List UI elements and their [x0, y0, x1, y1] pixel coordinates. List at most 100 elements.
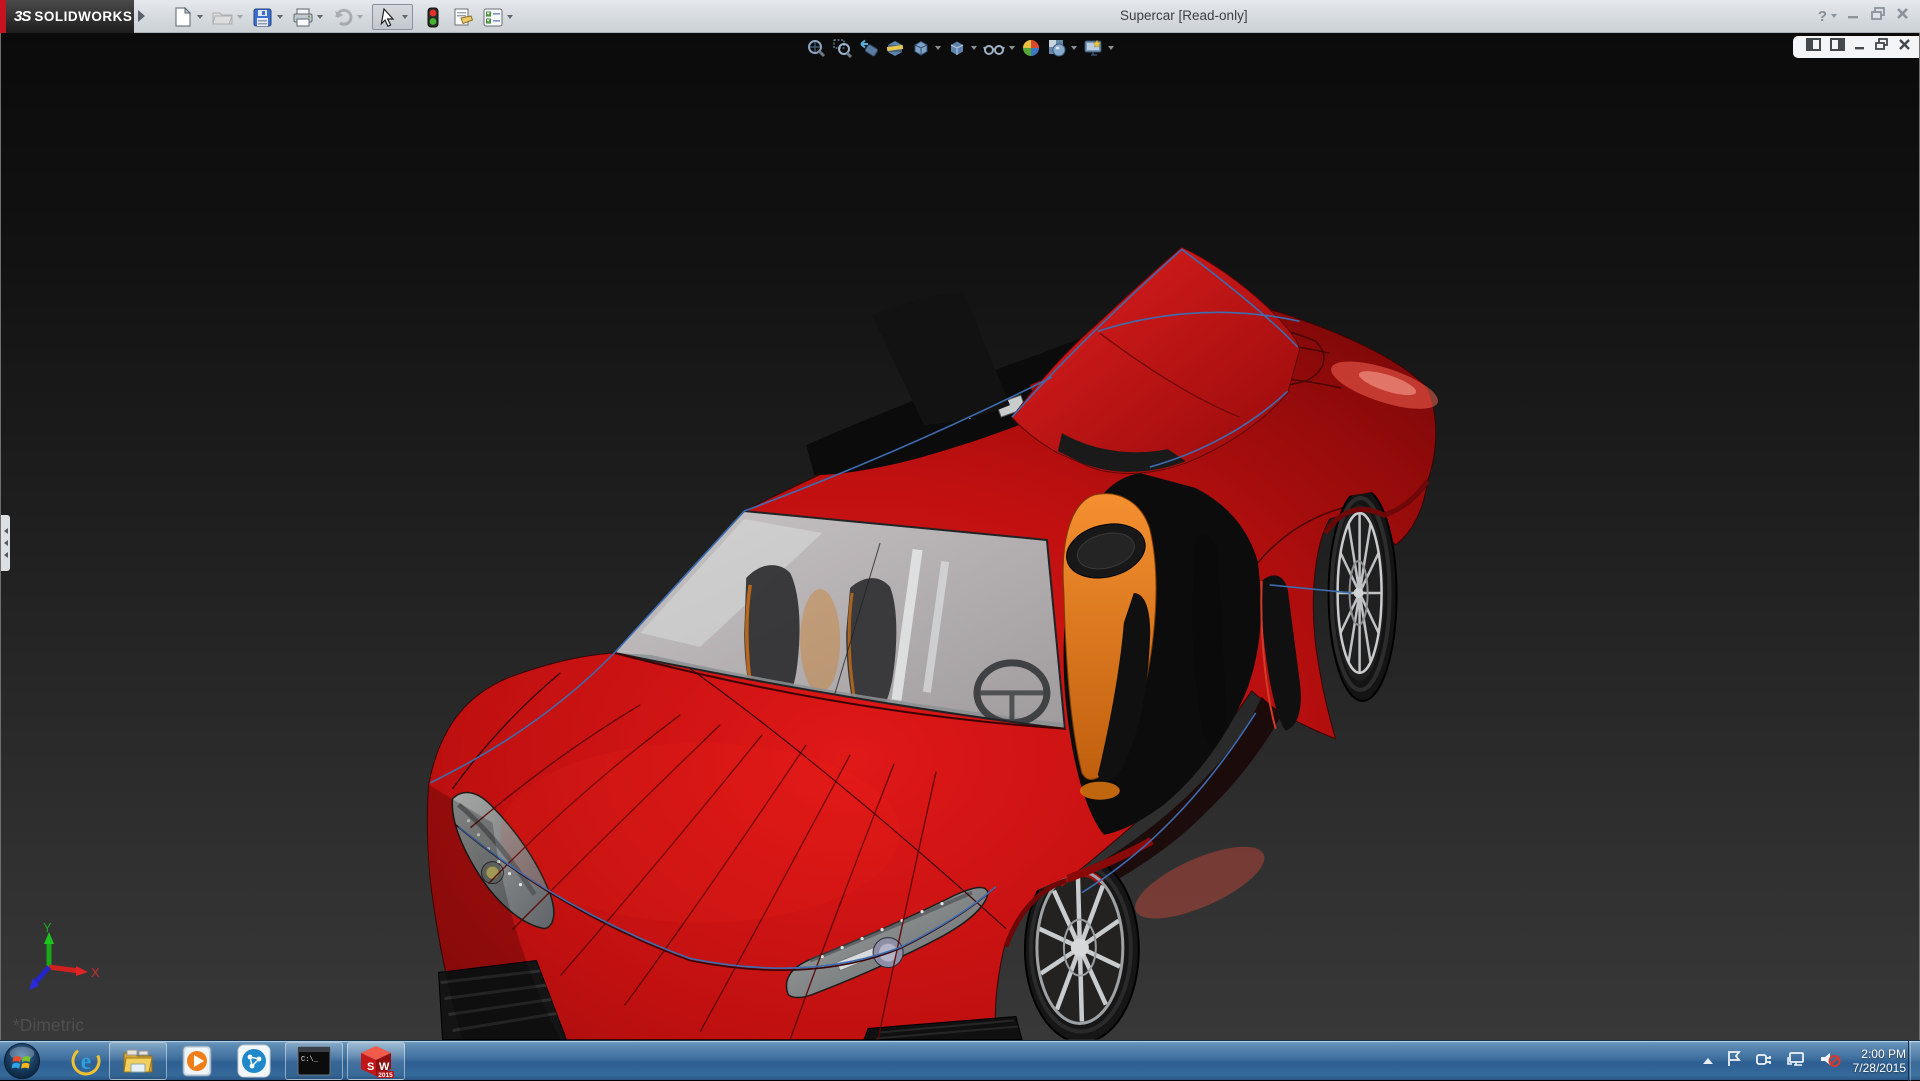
section-view-button[interactable] [885, 38, 905, 58]
dropdown-icon[interactable] [1009, 46, 1015, 50]
doc-minimize-button[interactable] [1854, 38, 1866, 56]
dropdown-icon[interactable] [1831, 14, 1837, 18]
rebuild-button[interactable] [422, 7, 443, 28]
chevron-left-icon [4, 540, 8, 546]
dropdown-icon[interactable] [935, 46, 941, 50]
system-tray: 2:00 PM 7/28/2015 [1703, 1041, 1906, 1081]
svg-text:C:\_: C:\_ [301, 1056, 319, 1064]
zoom-to-fit-button[interactable] [806, 38, 826, 58]
dropdown-icon[interactable] [507, 15, 513, 19]
options-button[interactable] [482, 7, 513, 28]
dropdown-icon[interactable] [237, 15, 243, 19]
dropdown-icon[interactable] [197, 15, 203, 19]
eyeglasses-icon [983, 38, 1005, 58]
command-prompt-button[interactable]: C:\_ [285, 1042, 343, 1080]
zoom-to-area-icon [832, 38, 852, 58]
brand-mark: 3S [14, 8, 30, 25]
view-orientation-icon [911, 38, 931, 58]
internet-explorer-button[interactable]: e [65, 1041, 107, 1081]
dropdown-icon[interactable] [1071, 46, 1077, 50]
previous-view-icon [858, 38, 879, 58]
triad-x-label: X [91, 965, 100, 980]
chevron-left-icon [4, 552, 8, 558]
hide-show-items-button[interactable] [983, 38, 1015, 58]
dropdown-icon[interactable] [277, 15, 283, 19]
scene-sphere-icon [1047, 38, 1067, 58]
traffic-light-icon [422, 7, 443, 28]
undo-button[interactable] [332, 7, 363, 28]
title-bar: 3S SOLIDWORKS [0, 0, 1920, 33]
previous-view-button[interactable] [858, 38, 879, 58]
internet-explorer-icon: e [69, 1044, 103, 1078]
save-floppy-icon [252, 7, 273, 28]
main-toolbar [172, 4, 522, 30]
power-plug-icon[interactable] [1755, 1050, 1775, 1073]
edit-appearance-button[interactable] [1021, 38, 1041, 58]
apply-scene-button[interactable] [1047, 38, 1077, 58]
pane-right-button[interactable] [1830, 38, 1845, 56]
app-restore-button[interactable] [1870, 6, 1886, 26]
media-player-button[interactable] [177, 1041, 219, 1081]
svg-text:S: S [367, 1061, 374, 1073]
taskbar: e C:\_ [0, 1040, 1920, 1080]
new-document-button[interactable] [172, 7, 203, 28]
view-orientation-label: *Dimetric [13, 1015, 84, 1036]
dropdown-icon[interactable] [1108, 46, 1114, 50]
network-icon[interactable] [1787, 1050, 1807, 1073]
show-desktop-button[interactable] [1908, 1041, 1920, 1081]
section-view-icon [885, 38, 905, 58]
app-close-button[interactable] [1895, 6, 1910, 26]
svg-text:e: e [81, 1049, 92, 1075]
chevron-left-icon [4, 528, 8, 534]
brand-name: SOLIDWORKS [34, 9, 132, 24]
undo-arrow-icon [332, 7, 353, 28]
supercar-model[interactable] [1, 33, 1919, 1040]
select-cursor-icon [377, 7, 398, 28]
heads-up-view-toolbar [803, 38, 1117, 58]
dropdown-icon[interactable] [357, 15, 363, 19]
dropdown-icon[interactable] [971, 46, 977, 50]
start-button[interactable] [3, 1042, 41, 1080]
menu-expand-arrow-icon[interactable] [138, 10, 145, 22]
appearance-ball-icon [1021, 38, 1041, 58]
action-center-flag-icon[interactable] [1725, 1050, 1743, 1073]
zoom-to-area-button[interactable] [832, 38, 852, 58]
solidworks-2015-button[interactable]: S W 2015 [347, 1042, 405, 1080]
save-button[interactable] [252, 7, 283, 28]
hidden-icons-chevron-icon[interactable] [1703, 1058, 1713, 1064]
media-player-icon [181, 1044, 215, 1078]
feature-panel-collapse-tab[interactable] [1, 515, 10, 571]
open-document-button[interactable] [212, 7, 243, 28]
select-tool-button[interactable] [372, 4, 413, 30]
volume-muted-icon[interactable] [1819, 1050, 1841, 1073]
windows-explorer-button[interactable] [109, 1042, 167, 1080]
help-button[interactable]: ? [1818, 8, 1837, 25]
triad-y-label: Y [43, 920, 52, 935]
tray-date: 7/28/2015 [1853, 1061, 1906, 1075]
view-settings-icon [1083, 38, 1104, 58]
dropdown-icon[interactable] [317, 15, 323, 19]
view-orientation-button[interactable] [911, 38, 941, 58]
options-checklist-icon [482, 7, 503, 28]
app-minimize-button[interactable] [1846, 6, 1861, 26]
view-settings-button[interactable] [1083, 38, 1114, 58]
doc-close-button[interactable] [1898, 38, 1911, 56]
doc-restore-button[interactable] [1875, 38, 1889, 56]
tray-clock[interactable]: 2:00 PM 7/28/2015 [1853, 1047, 1906, 1075]
blue-molecule-app-icon [237, 1044, 271, 1078]
file-properties-button[interactable] [452, 7, 473, 28]
display-style-icon [947, 38, 967, 58]
orientation-triad: Y X [25, 920, 105, 1010]
print-button[interactable] [292, 7, 323, 28]
pane-left-button[interactable] [1806, 38, 1821, 56]
document-window-controls [1793, 36, 1919, 58]
blue-molecule-app-button[interactable] [233, 1041, 275, 1081]
command-prompt-icon: C:\_ [297, 1046, 331, 1076]
display-style-button[interactable] [947, 38, 977, 58]
graphics-area[interactable]: Y X *Dimetric [0, 33, 1920, 1040]
zoom-to-fit-icon [806, 38, 826, 58]
dropdown-icon[interactable] [402, 15, 408, 19]
svg-text:2015: 2015 [378, 1072, 393, 1078]
new-document-icon [172, 7, 193, 28]
tray-time: 2:00 PM [1853, 1047, 1906, 1061]
